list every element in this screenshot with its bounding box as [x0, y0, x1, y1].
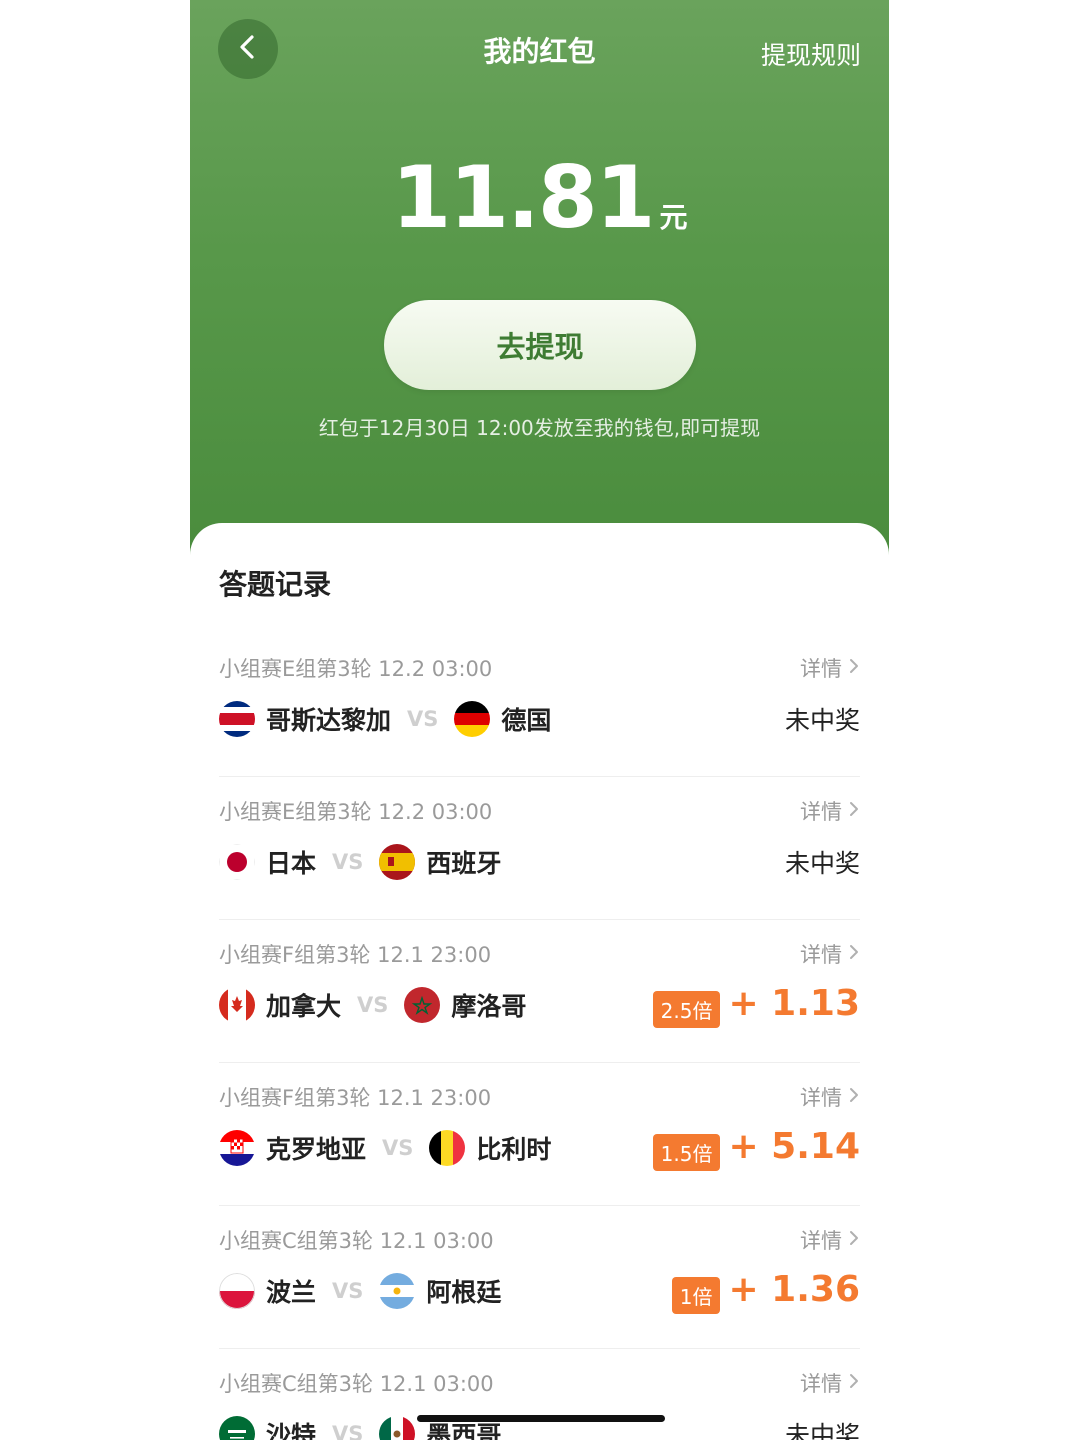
- matchup: 日本 VS 西班牙: [219, 840, 501, 884]
- team-away: 比利时: [476, 1135, 552, 1164]
- flag-spain-icon: [379, 844, 416, 880]
- team-home: 沙特: [266, 1421, 317, 1440]
- vs-label: VS: [332, 850, 364, 874]
- balance-display: 11.81 元: [190, 148, 889, 248]
- detail-label: 详情: [800, 1086, 842, 1110]
- flag-germany-icon: [454, 701, 491, 737]
- detail-link[interactable]: 详情: [800, 653, 860, 683]
- flag-croatia-icon: [219, 1130, 255, 1166]
- record-row[interactable]: 小组赛F组第3轮 12.1 23:00 详情加拿大 VS 摩洛哥 2.5倍 + 1.13: [219, 919, 860, 1063]
- vs-label: VS: [332, 1422, 364, 1440]
- withdraw-button[interactable]: 去提现: [384, 300, 696, 390]
- flag-canada-icon: [219, 987, 255, 1023]
- matchup: 波兰 VS 阿根廷: [219, 1269, 501, 1313]
- match-info: 小组赛E组第3轮 12.2 03:00: [219, 657, 493, 681]
- flag-argentina-icon: [379, 1273, 416, 1309]
- matchup: 加拿大 VS 摩洛哥: [219, 983, 526, 1027]
- detail-link[interactable]: 详情: [800, 1225, 860, 1255]
- result-status: 未中奖: [784, 706, 860, 735]
- home-indicator: [417, 1415, 665, 1422]
- balance-amount: 11.81: [391, 148, 655, 248]
- hero-header: 我的红包 提现规则 11.81 元 去提现 红包于12月30日 12:00发放至我…: [190, 0, 889, 560]
- match-info: 小组赛C组第3轮 12.1 03:00: [219, 1372, 494, 1396]
- flag-costa-rica-icon: [219, 701, 255, 737]
- detail-label: 详情: [800, 943, 842, 967]
- reward-amount: + 1.36: [728, 1268, 860, 1310]
- vs-label: VS: [357, 993, 389, 1017]
- vs-label: VS: [382, 1136, 414, 1160]
- matchup: 克罗地亚 VS 比利时: [219, 1126, 551, 1170]
- detail-link[interactable]: 详情: [800, 939, 860, 969]
- match-info: 小组赛F组第3轮 12.1 23:00: [219, 1086, 492, 1110]
- vs-label: VS: [332, 1279, 364, 1303]
- multiplier-badge: 1.5倍: [652, 1133, 721, 1171]
- vs-label: VS: [407, 707, 439, 731]
- flag-morocco-icon: [404, 987, 441, 1023]
- match-info: 小组赛C组第3轮 12.1 03:00: [219, 1229, 494, 1253]
- flag-mexico-icon: [379, 1416, 416, 1440]
- chevron-right-icon: [848, 1228, 860, 1252]
- flag-japan-icon: [219, 844, 255, 880]
- record-row[interactable]: 小组赛C组第3轮 12.1 03:00 详情 沙特 VS 墨西哥 未中奖: [219, 1348, 860, 1440]
- detail-link[interactable]: 详情: [800, 1082, 860, 1112]
- detail-label: 详情: [800, 800, 842, 824]
- detail-link[interactable]: 详情: [800, 1368, 860, 1398]
- team-home: 日本: [266, 849, 317, 878]
- balance-unit: 元: [659, 201, 688, 234]
- team-home: 波兰: [266, 1278, 317, 1307]
- multiplier-badge: 2.5倍: [652, 990, 721, 1028]
- detail-link[interactable]: 详情: [800, 796, 860, 826]
- matchup: 哥斯达黎加 VS 德国: [219, 697, 551, 741]
- chevron-right-icon: [848, 942, 860, 966]
- team-home: 哥斯达黎加: [266, 706, 392, 735]
- result-status: 未中奖: [784, 849, 860, 878]
- records-section-title: 答题记录: [219, 568, 332, 601]
- records-card: 答题记录 小组赛E组第3轮 12.2 03:00 详情 哥斯达黎加 VS 德国 未中奖 小组…: [190, 523, 889, 1440]
- payout-notice: 红包于12月30日 12:00发放至我的钱包,即可提现: [318, 416, 761, 440]
- phone-screen: 我的红包 提现规则 11.81 元 去提现 红包于12月30日 12:00发放至我…: [190, 0, 889, 1440]
- result-status: 未中奖: [784, 1421, 860, 1440]
- flag-belgium-icon: [429, 1130, 466, 1166]
- chevron-right-icon: [848, 656, 860, 680]
- team-away: 西班牙: [426, 849, 502, 878]
- record-row[interactable]: 小组赛F组第3轮 12.1 23:00 详情克罗地亚 VS 比利时 1.5倍 + 5.14: [219, 1062, 860, 1206]
- match-info: 小组赛E组第3轮 12.2 03:00: [219, 800, 493, 824]
- flag-saudi-arabia-icon: [219, 1416, 255, 1440]
- team-home: 加拿大: [266, 992, 342, 1021]
- team-home: 克罗地亚: [266, 1135, 367, 1164]
- reward-info: 2.5倍 + 1.13: [652, 975, 860, 1031]
- detail-label: 详情: [800, 657, 842, 681]
- match-info: 小组赛F组第3轮 12.1 23:00: [219, 943, 492, 967]
- reward-amount: + 5.14: [728, 1125, 860, 1167]
- team-away: 摩洛哥: [451, 992, 527, 1021]
- record-row[interactable]: 小组赛E组第3轮 12.2 03:00 详情日本 VS 西班牙 未中奖: [219, 776, 860, 920]
- multiplier-badge: 1倍: [671, 1276, 721, 1314]
- detail-label: 详情: [800, 1372, 842, 1396]
- detail-label: 详情: [800, 1229, 842, 1253]
- chevron-right-icon: [848, 1085, 860, 1109]
- reward-info: 1倍 + 1.36: [671, 1261, 860, 1317]
- chevron-right-icon: [848, 799, 860, 823]
- reward-info: 1.5倍 + 5.14: [652, 1118, 860, 1174]
- team-away: 阿根廷: [426, 1278, 502, 1307]
- flag-poland-icon: [219, 1273, 255, 1309]
- withdraw-rules-link[interactable]: 提现规则: [761, 36, 861, 72]
- reward-amount: + 1.13: [728, 982, 860, 1024]
- record-row[interactable]: 小组赛E组第3轮 12.2 03:00 详情哥斯达黎加 VS 德国 未中奖: [219, 633, 860, 777]
- team-away: 德国: [501, 706, 552, 735]
- record-row[interactable]: 小组赛C组第3轮 12.1 03:00 详情波兰 VS 阿根廷 1倍 + 1.36: [219, 1205, 860, 1349]
- chevron-right-icon: [848, 1371, 860, 1395]
